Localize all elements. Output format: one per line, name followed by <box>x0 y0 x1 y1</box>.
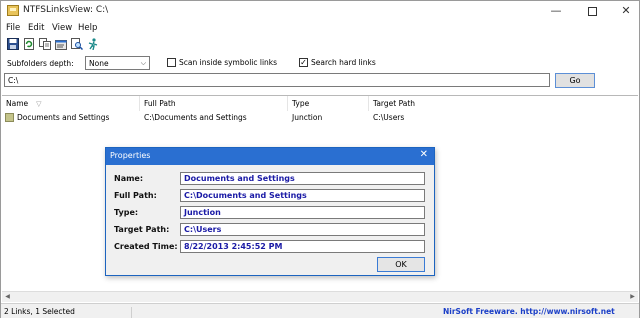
window-title: NTFSLinksView: C:\ <box>23 5 109 15</box>
maximize-button[interactable] <box>577 1 607 21</box>
prop-field-name[interactable]: Documents and Settings <box>180 172 425 185</box>
scroll-right-icon[interactable]: ▶ <box>627 292 638 302</box>
menu-help[interactable]: Help <box>78 23 97 33</box>
maximize-icon <box>587 6 597 16</box>
find-icon <box>71 38 83 50</box>
search-hard-links-checkbox[interactable]: ✓ <box>299 58 308 67</box>
ok-button[interactable]: OK <box>377 257 425 272</box>
close-button[interactable]: ✕ <box>611 1 640 21</box>
folder-link-icon <box>5 113 14 122</box>
subfolders-depth-label: Subfolders depth: <box>7 59 74 68</box>
cell-target-path: C:\Users <box>373 113 405 122</box>
exit-button[interactable] <box>87 38 99 50</box>
copy-button[interactable] <box>39 38 51 50</box>
nirsoft-link[interactable]: NirSoft Freeware. http://www.nirsoft.net <box>443 307 615 316</box>
path-bar: C:\ Go <box>1 72 639 92</box>
go-button[interactable]: Go <box>555 73 595 88</box>
menu-bar: File Edit View Help <box>1 21 639 36</box>
scroll-left-icon[interactable]: ◀ <box>2 292 13 302</box>
scan-symbolic-links-checkbox[interactable] <box>167 58 176 67</box>
dialog-close-button[interactable]: ✕ <box>420 149 428 160</box>
prop-field-type[interactable]: Junction <box>180 206 425 219</box>
prop-label-type: Type: <box>114 208 139 217</box>
title-bar[interactable]: NTFSLinksView: C:\ — ✕ <box>1 1 639 21</box>
app-icon <box>7 5 19 16</box>
column-header-name[interactable]: Name ▽ <box>2 96 140 111</box>
prop-label-full-path: Full Path: <box>114 191 157 200</box>
prop-label-created-time: Created Time: <box>114 242 178 251</box>
menu-edit[interactable]: Edit <box>28 23 44 33</box>
column-header-target-path[interactable]: Target Path <box>369 96 638 111</box>
exit-icon <box>88 38 98 50</box>
search-hard-links-label: Search hard links <box>311 58 376 67</box>
refresh-button[interactable] <box>23 38 35 50</box>
subfolders-depth-value: None <box>89 59 109 68</box>
dialog-title: Properties <box>110 151 151 160</box>
cell-name: Documents and Settings <box>17 113 110 122</box>
save-icon <box>7 38 19 50</box>
minimize-button[interactable]: — <box>541 1 571 21</box>
cell-full-path: C:\Documents and Settings <box>144 113 247 122</box>
options-bar: Subfolders depth: None ⌵ Scan inside sym… <box>1 55 639 73</box>
subfolders-depth-select[interactable]: None ⌵ <box>85 56 150 70</box>
cell-type: Junction <box>292 113 323 122</box>
chevron-down-icon: ⌵ <box>140 59 146 67</box>
column-header-type[interactable]: Type <box>288 96 369 111</box>
properties-icon <box>55 40 67 50</box>
toolbar <box>1 37 639 53</box>
table-row[interactable]: Documents and Settings C:\Documents and … <box>2 111 636 125</box>
prop-label-name: Name: <box>114 174 144 183</box>
properties-button[interactable] <box>55 38 67 50</box>
dialog-title-bar[interactable]: Properties ✕ <box>106 148 434 165</box>
menu-view[interactable]: View <box>52 23 72 33</box>
horizontal-scrollbar[interactable]: ◀ ▶ <box>2 291 638 302</box>
save-button[interactable] <box>7 38 19 50</box>
sort-icon: ▽ <box>36 100 42 108</box>
column-header-full-path[interactable]: Full Path <box>140 96 288 111</box>
column-header-name-label: Name <box>6 99 29 108</box>
path-input[interactable]: C:\ <box>4 73 550 87</box>
prop-label-target-path: Target Path: <box>114 225 170 234</box>
prop-field-created-time[interactable]: 8/22/2013 2:45:52 PM <box>180 240 425 253</box>
copy-icon <box>39 38 51 50</box>
find-button[interactable] <box>71 38 83 50</box>
status-link-count: 2 Links, 1 Selected <box>4 307 132 318</box>
status-bar: 2 Links, 1 Selected NirSoft Freeware. ht… <box>1 303 639 318</box>
menu-file[interactable]: File <box>6 23 20 33</box>
prop-field-target-path[interactable]: C:\Users <box>180 223 425 236</box>
checkmark-icon: ✓ <box>300 58 307 67</box>
prop-field-full-path[interactable]: C:\Documents and Settings <box>180 189 425 202</box>
properties-dialog: Properties ✕ Name: Documents and Setting… <box>105 147 435 276</box>
scan-symbolic-links-label: Scan inside symbolic links <box>179 58 278 67</box>
refresh-icon <box>24 38 34 50</box>
